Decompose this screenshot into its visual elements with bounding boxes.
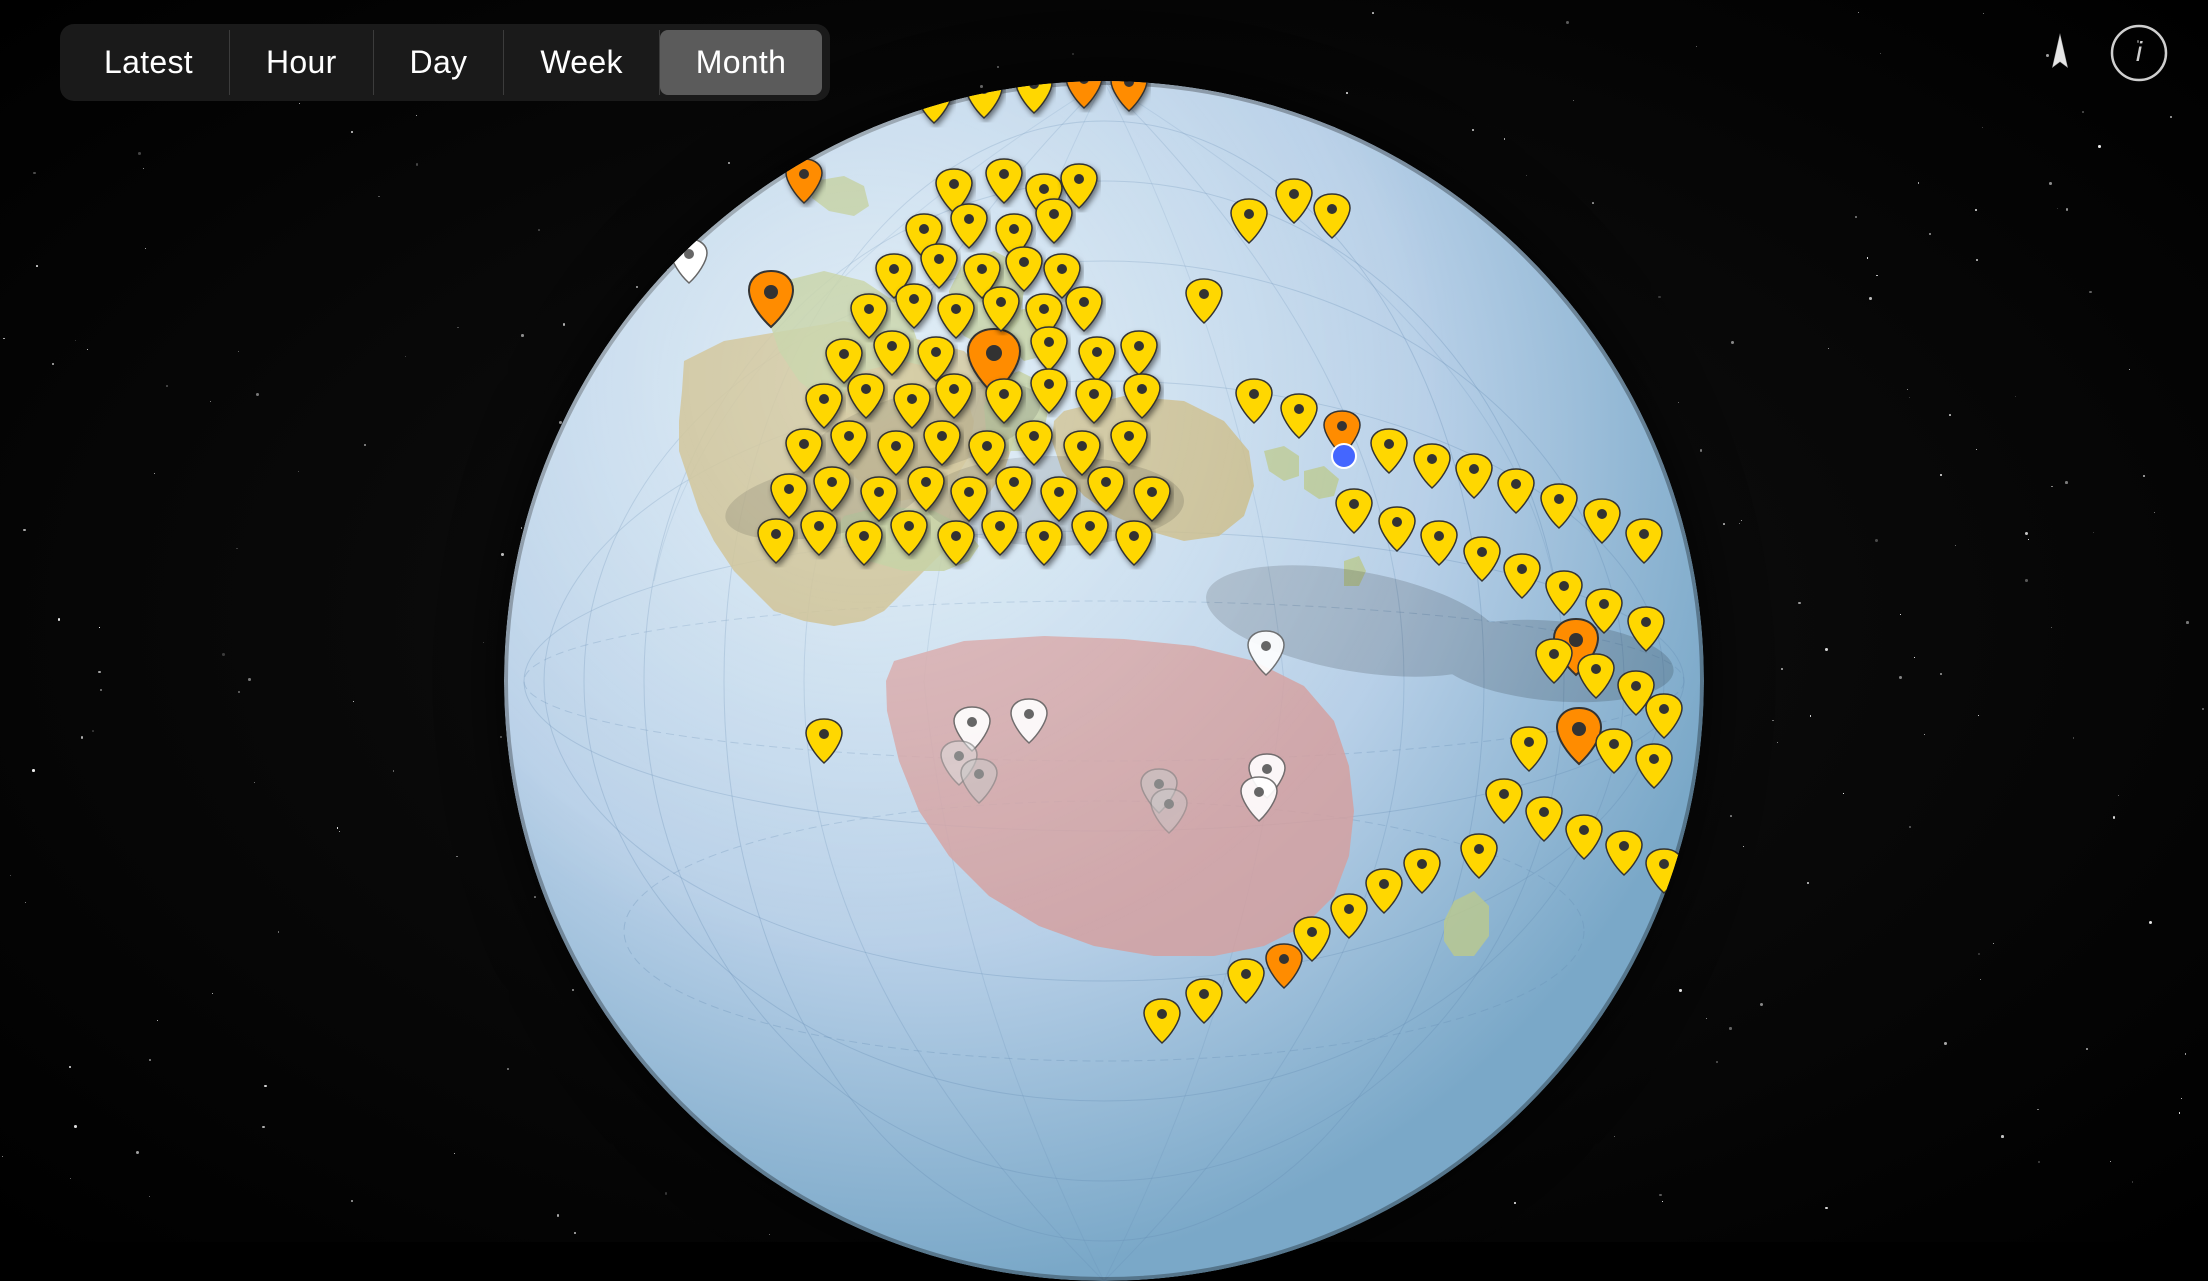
pin-cluster-sw-pacific [1144, 489, 1682, 1043]
tab-latest[interactable]: Latest [68, 30, 230, 95]
markers-layer [504, 81, 1704, 1281]
pin-cluster-australia [806, 631, 1285, 833]
pin-cluster-sea [758, 159, 1170, 565]
compass-button[interactable] [2030, 28, 2090, 91]
info-button[interactable]: i [2110, 24, 2168, 94]
pin-sumatra[interactable] [749, 271, 793, 327]
svg-text:i: i [2136, 36, 2143, 67]
tab-day[interactable]: Day [374, 30, 505, 95]
tab-week[interactable]: Week [504, 30, 659, 95]
tab-hour[interactable]: Hour [230, 30, 374, 95]
top-right-controls: i [2030, 24, 2168, 94]
time-filter-bar: Latest Hour Day Week Month [60, 24, 830, 101]
globe-container[interactable] [504, 81, 1704, 1281]
tab-month[interactable]: Month [660, 30, 822, 95]
